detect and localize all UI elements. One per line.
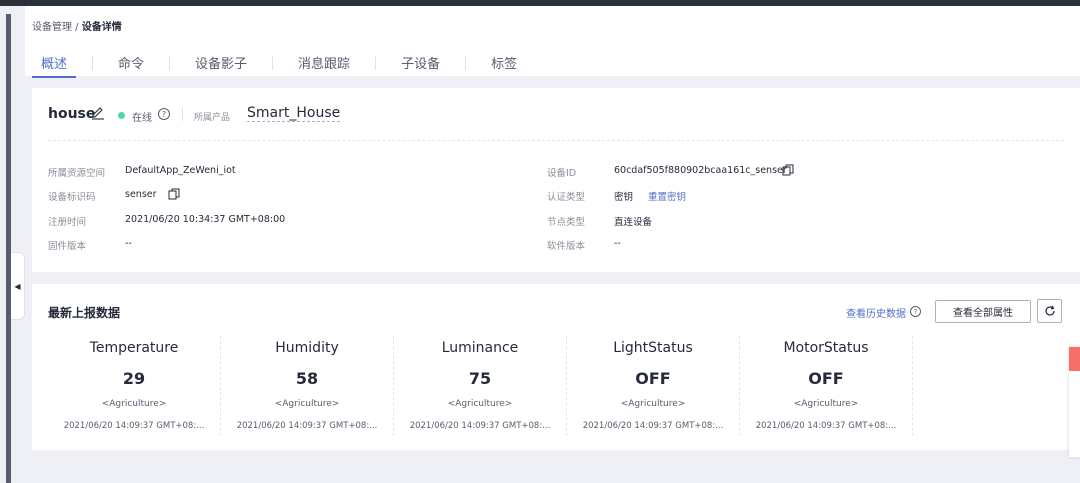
property-value: 75 [468,369,492,388]
breadcrumb-separator: / [72,22,82,33]
property-name: LightStatus [613,340,693,356]
property-service: <Agriculture> [274,399,340,409]
property-service: <Agriculture> [447,399,513,409]
property-name: Luminance [441,340,519,356]
refresh-icon [1044,305,1055,316]
tab-tags[interactable]: 标签 [482,53,526,72]
software-value: -- [614,238,621,249]
breadcrumb-current: 设备详情 [81,22,122,33]
caret-left-icon: ◀ [14,281,21,291]
floating-toolbar [1069,347,1080,457]
property-card: Humidity 58 <Agriculture> 2021/06/20 14:… [221,336,394,436]
property-card: MotorStatus OFF <Agriculture> 2021/06/20… [740,336,913,436]
identifier-value: senser [125,189,157,200]
device-id-value: 60cdaf505f880902bcaa161c_senser [614,165,787,176]
product-link[interactable]: Smart_House [247,105,341,122]
property-name: MotorStatus [783,340,869,356]
property-time: 2021/06/20 14:09:37 GMT+08:... [63,421,205,431]
property-time: 2021/06/20 14:09:37 GMT+08:... [582,421,724,431]
copy-icon[interactable] [782,164,794,176]
property-time: 2021/06/20 14:09:37 GMT+08:... [755,421,897,431]
tab-divider [272,55,274,70]
reset-secret-link[interactable]: 重置密钥 [648,189,686,203]
help-icon[interactable]: ? [910,306,921,317]
property-value: 58 [295,369,319,388]
left-nav-strip [6,14,11,483]
resource-space-value: DefaultApp_ZeWeni_iot [125,165,236,176]
property-service: <Agriculture> [101,399,167,409]
device-name: house [48,106,96,122]
divider [182,108,183,121]
property-service: <Agriculture> [620,399,686,409]
property-card: Temperature 29 <Agriculture> 2021/06/20 … [48,336,221,436]
property-time: 2021/06/20 14:09:37 GMT+08:... [409,421,551,431]
auth-type-label: 认证类型 [547,192,586,203]
node-type-label: 节点类型 [547,217,586,228]
property-value: OFF [635,369,671,388]
section-title: 最新上报数据 [48,306,121,320]
product-label: 所属产品 [194,113,231,123]
resource-space-label: 所属资源空间 [48,168,106,179]
tab-child-devices[interactable]: 子设备 [392,53,449,72]
property-name: Humidity [275,340,339,356]
node-type-value: 直连设备 [614,217,653,228]
tab-message-trace[interactable]: 消息跟踪 [289,53,359,72]
property-card: Luminance 75 <Agriculture> 2021/06/20 14… [394,336,567,436]
section-divider [48,140,1064,141]
tab-bar: 概述 命令 设备影子 消息跟踪 子设备 标签 [32,53,526,78]
help-icon[interactable]: ? [158,108,170,120]
refresh-button[interactable] [1037,299,1062,323]
tab-divider [465,55,467,70]
device-id-label: 设备ID [547,168,577,179]
view-all-properties-button[interactable]: 查看全部属性 [935,300,1031,323]
tab-overview[interactable]: 概述 [32,53,77,78]
online-status-dot [118,112,125,119]
property-time: 2021/06/20 14:09:37 GMT+08:... [236,421,378,431]
edit-icon[interactable] [91,106,105,120]
tab-commands[interactable]: 命令 [109,53,153,72]
page-header: 设备管理 / 设备详情 概述 命令 设备影子 消息跟踪 子设备 标签 [25,6,1080,78]
copy-icon[interactable] [168,188,180,200]
property-value: OFF [808,369,844,388]
sidebar-collapse-toggle[interactable]: ◀ [11,252,25,320]
software-label: 软件版本 [547,241,586,252]
auth-type-value: 密钥 [614,192,634,203]
device-info-card: house 在线 ? 所属产品 Smart_House 所属资源空间 Defau… [32,88,1080,272]
tab-divider [169,55,171,70]
tab-device-shadow[interactable]: 设备影子 [186,53,256,72]
history-data-link[interactable]: 查看历史数据 [846,305,906,320]
property-card: LightStatus OFF <Agriculture> 2021/06/20… [567,336,740,436]
latest-data-card: 最新上报数据 查看历史数据 ? 查看全部属性 Temperature 29 <A… [32,284,1080,450]
identifier-label: 设备标识码 [48,192,96,203]
feedback-button[interactable] [1069,347,1080,371]
firmware-value: -- [125,238,132,249]
property-name: Temperature [89,340,179,356]
register-time-label: 注册时间 [48,217,87,228]
register-time-value: 2021/06/20 10:34:37 GMT+08:00 [125,214,286,225]
tab-divider [92,55,94,70]
property-value: 29 [122,369,146,388]
property-service: <Agriculture> [793,399,859,409]
breadcrumb-parent[interactable]: 设备管理 [32,22,72,33]
breadcrumb: 设备管理 / 设备详情 [32,18,122,33]
property-list: Temperature 29 <Agriculture> 2021/06/20 … [48,336,913,436]
tab-divider [375,55,377,70]
firmware-label: 固件版本 [48,241,87,252]
device-status: 在线 [132,113,152,124]
